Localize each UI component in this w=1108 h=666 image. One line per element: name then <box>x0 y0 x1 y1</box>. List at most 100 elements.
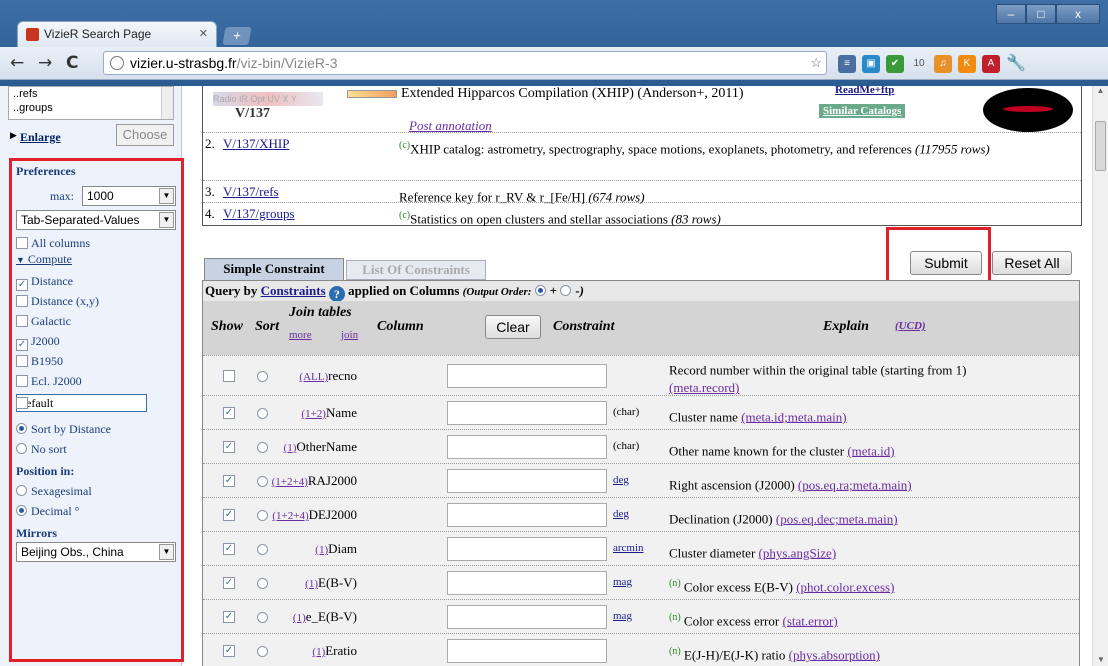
join-tag-link[interactable]: (1) <box>315 544 328 556</box>
wrench-icon[interactable]: 🔧 <box>1006 55 1026 73</box>
constraint-input[interactable] <box>447 401 607 425</box>
order-plus-radio[interactable] <box>534 285 546 296</box>
list-item[interactable]: ..refs <box>13 87 173 101</box>
tab-list-of-constraints[interactable]: List Of Constraints <box>346 260 486 280</box>
compute-option[interactable]: ✓ J2000 <box>16 334 60 351</box>
scrollbar-thumb[interactable] <box>1095 121 1106 171</box>
checkbox[interactable]: ✓ <box>16 339 28 351</box>
listbox-scrollbar[interactable] <box>161 87 173 119</box>
radio-selected[interactable] <box>16 423 27 434</box>
tab-simple-constraint[interactable]: Simple Constraint <box>204 258 344 280</box>
show-checkbox[interactable]: ✓ <box>223 645 235 657</box>
constraint-input[interactable] <box>447 503 607 527</box>
dictionary-extension-icon[interactable]: A <box>982 55 1000 73</box>
checkbox[interactable] <box>16 315 28 327</box>
join-tag-link[interactable]: (1+2+4) <box>272 476 308 488</box>
table-listbox[interactable]: ..refs ..groups <box>8 86 174 120</box>
compute-toggle[interactable]: ▼ Compute <box>16 252 72 267</box>
close-window-button[interactable]: x <box>1056 4 1100 24</box>
constraints-link[interactable]: Constraints <box>261 283 326 298</box>
minimize-button[interactable]: – <box>996 4 1026 24</box>
ucd-link[interactable]: (pos.eq.dec;meta.main) <box>776 511 898 526</box>
mirror-select[interactable]: Beijing Obs., China ▼ <box>16 542 176 562</box>
music-extension-icon[interactable]: ♫ <box>934 55 952 73</box>
back-arrow-icon[interactable]: ← <box>10 53 24 73</box>
checkbox[interactable]: ✓ <box>16 279 28 291</box>
unit-label[interactable]: mag <box>613 576 632 588</box>
unit-label[interactable]: deg <box>613 474 629 486</box>
order-minus-radio[interactable] <box>560 285 572 296</box>
checkbox[interactable] <box>16 375 28 387</box>
unit-label[interactable]: deg <box>613 508 629 520</box>
join-tag-link[interactable]: (1) <box>312 646 325 658</box>
join-tag-link[interactable]: (ALL) <box>299 371 328 383</box>
show-checkbox[interactable]: ✓ <box>223 509 235 521</box>
readme-link[interactable]: ReadMe+ftp <box>835 86 894 96</box>
unit-label[interactable]: mag <box>613 610 632 622</box>
checkmark-extension-icon[interactable]: ✔ <box>886 55 904 73</box>
show-checkbox[interactable]: ✓ <box>223 611 235 623</box>
default-checkbox[interactable] <box>16 397 28 409</box>
ucd-link[interactable]: (pos.eq.ra;meta.main) <box>798 477 912 492</box>
join-tag-link[interactable]: (1) <box>305 578 318 590</box>
join-more-link[interactable]: more <box>289 329 312 341</box>
constraint-input[interactable] <box>447 537 607 561</box>
show-checkbox[interactable]: ✓ <box>223 543 235 555</box>
address-bar[interactable]: vizier.u-strasbg.fr/viz-bin/VizieR-3 ☆ <box>103 51 827 75</box>
table-name-link[interactable]: V/137/groups <box>223 206 295 222</box>
format-select[interactable]: Tab-Separated-Values ▼ <box>16 210 176 230</box>
sort-radio[interactable] <box>257 476 268 487</box>
ucd-link[interactable]: (meta.id) <box>847 443 894 458</box>
ucd-link[interactable]: (phys.angSize) <box>759 545 837 560</box>
checkbox[interactable] <box>16 295 28 307</box>
show-checkbox[interactable]: ✓ <box>223 577 235 589</box>
unit-label[interactable]: arcmin <box>613 542 644 554</box>
compute-option[interactable]: Ecl. J2000 <box>16 374 82 389</box>
constraint-input[interactable] <box>447 639 607 663</box>
compute-option[interactable]: ✓ Distance <box>16 274 73 291</box>
checkbox[interactable] <box>16 237 28 249</box>
sexagesimal-option[interactable]: Sexagesimal <box>16 484 92 499</box>
show-checkbox[interactable]: ✓ <box>223 475 235 487</box>
site-info-icon[interactable] <box>110 56 124 70</box>
sort-radio[interactable] <box>257 612 268 623</box>
ucd-link[interactable]: (UCD) <box>895 320 926 332</box>
sort-radio[interactable] <box>257 408 268 419</box>
ucd-link[interactable]: (phys.absorption) <box>789 647 880 662</box>
join-join-link[interactable]: join <box>341 329 358 341</box>
radio[interactable] <box>16 443 27 454</box>
join-tag-link[interactable]: (1) <box>284 442 297 454</box>
join-tag-link[interactable]: (1+2) <box>301 408 326 420</box>
sort-radio[interactable] <box>257 442 268 453</box>
choose-button[interactable]: Choose <box>116 124 174 146</box>
compute-option[interactable]: Distance (x,y) <box>16 294 99 309</box>
join-tag-link[interactable]: (1+2+4) <box>272 510 308 522</box>
menu-lines-icon[interactable]: ≡ <box>838 55 856 73</box>
ucd-link[interactable]: (stat.error) <box>782 613 837 628</box>
radio[interactable] <box>16 485 27 496</box>
checkbox[interactable] <box>16 355 28 367</box>
sort-by-distance-option[interactable]: Sort by Distance <box>16 422 111 437</box>
page-scrollbar[interactable]: ▲ ▼ <box>1092 86 1108 666</box>
ucd-link[interactable]: (meta.record) <box>669 380 739 395</box>
show-checkbox[interactable]: ✓ <box>223 407 235 419</box>
scroll-up-arrow-icon[interactable]: ▲ <box>1093 86 1108 95</box>
constraint-input[interactable] <box>447 469 607 493</box>
list-item[interactable]: ..groups <box>13 101 173 115</box>
k-extension-icon[interactable]: K <box>958 55 976 73</box>
default-field[interactable]: default <box>16 394 147 412</box>
table-name-link[interactable]: V/137/XHIP <box>223 136 289 152</box>
reset-all-button[interactable]: Reset All <box>992 251 1072 275</box>
reload-icon[interactable]: C <box>66 53 78 73</box>
similar-catalogs-button[interactable]: Similar Catalogs <box>819 104 906 118</box>
sort-radio[interactable] <box>257 544 268 555</box>
screen-capture-icon[interactable]: ▣ <box>862 55 880 73</box>
bookmark-star-icon[interactable]: ☆ <box>810 52 822 74</box>
browser-tab[interactable]: VizieR Search Page ✕ <box>17 21 217 47</box>
sort-radio[interactable] <box>257 510 268 521</box>
no-sort-option[interactable]: No sort <box>16 442 67 457</box>
show-checkbox[interactable] <box>223 370 235 382</box>
clear-button[interactable]: Clear <box>485 315 541 339</box>
constraint-input[interactable] <box>447 605 607 629</box>
submit-button[interactable]: Submit <box>910 251 982 275</box>
